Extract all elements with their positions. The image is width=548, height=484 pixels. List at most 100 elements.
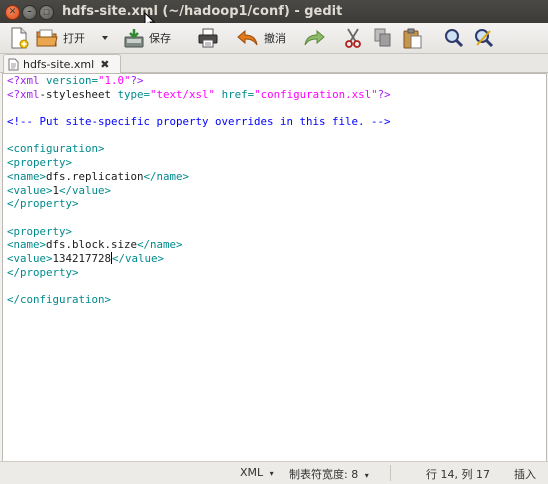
window-maximize-button[interactable]: □	[39, 5, 54, 20]
undo-icon	[237, 29, 258, 46]
copy-icon	[374, 28, 391, 47]
code-line: </configuration>	[7, 293, 391, 307]
code-token: <configuration>	[7, 142, 105, 156]
code-line: <name>dfs.block.size</name>	[7, 238, 391, 252]
redo-button[interactable]	[303, 26, 325, 50]
code-token: <name>	[7, 169, 47, 183]
code-text-area[interactable]: <?xml version="1.0"?> <?xml-stylesheet ty…	[7, 74, 391, 307]
code-token: dfs.block.size	[46, 238, 138, 252]
tab-close-icon[interactable]: ✖	[100, 58, 109, 71]
paste-button[interactable]	[403, 26, 423, 50]
minimize-icon: –	[27, 7, 32, 17]
open-button[interactable]: 打开	[36, 26, 85, 50]
toolbar: 打开 保存 撤消	[0, 23, 548, 54]
code-line: </property>	[7, 197, 391, 211]
window-minimize-button[interactable]: –	[22, 5, 37, 20]
save-button[interactable]: 保存	[124, 26, 171, 50]
scissors-icon	[345, 28, 361, 48]
code-token: "1.0"	[98, 74, 131, 87]
code-line: <property>	[7, 225, 391, 239]
print-button[interactable]	[198, 26, 218, 50]
open-folder-icon	[36, 29, 58, 47]
language-selector[interactable]: XML ▾	[240, 466, 274, 479]
title-bar[interactable]: ✕ – □ hdfs-site.xml (~/hadoop1/conf) - g…	[0, 0, 548, 29]
code-line: <?xml version="1.0"?>	[7, 74, 391, 88]
new-document-icon	[11, 27, 29, 49]
printer-icon	[198, 28, 218, 48]
open-label: 打开	[63, 32, 85, 45]
code-token: </value>	[112, 251, 165, 265]
undo-label: 撤消	[264, 32, 286, 45]
code-line: <!-- Put site-specific property override…	[7, 115, 391, 129]
cut-button[interactable]	[344, 26, 362, 50]
code-line: <?xml-stylesheet type="text/xsl" href="c…	[7, 88, 391, 102]
text-editor[interactable]: <?xml version="1.0"?> <?xml-stylesheet ty…	[2, 73, 547, 462]
code-token: </value>	[59, 183, 112, 197]
text-file-icon	[8, 58, 19, 70]
code-line: <configuration>	[7, 142, 391, 156]
tab-width-selector[interactable]: 制表符宽度: 8 ▾	[289, 466, 369, 482]
redo-icon	[304, 29, 325, 46]
new-document-button[interactable]	[9, 26, 29, 50]
undo-button[interactable]: 撤消	[237, 26, 286, 50]
code-token: <!-- Put site-specific property override…	[7, 115, 391, 129]
chevron-down-icon: ▾	[269, 469, 274, 478]
search-icon	[445, 29, 464, 48]
status-divider	[390, 465, 391, 481]
code-token: </name>	[143, 169, 190, 183]
code-token: </configuration>	[7, 293, 112, 306]
code-token: <property>	[7, 156, 73, 170]
open-recent-dropdown[interactable]	[101, 26, 109, 50]
code-line: <value>134217728</value>	[7, 251, 391, 266]
code-token: <value>	[7, 251, 53, 265]
code-token: <?xml	[7, 87, 40, 101]
paste-icon	[403, 28, 422, 48]
code-token: </property>	[7, 265, 79, 279]
language-label: XML	[240, 466, 264, 479]
code-token: dfs.replication	[46, 169, 144, 183]
code-token: type=	[117, 87, 151, 101]
code-line: <property>	[7, 156, 391, 170]
tab-width-label: 制表符宽度: 8	[289, 468, 359, 481]
code-token: 134217728	[52, 251, 112, 265]
insert-mode-indicator: 插入	[514, 468, 536, 481]
code-token: href=	[221, 87, 255, 101]
code-token: <name>	[7, 238, 47, 252]
code-token: </property>	[7, 197, 79, 211]
code-token: "configuration.xsl"	[254, 87, 378, 101]
cursor-position: 行 14, 列 17	[426, 468, 490, 481]
chevron-down-icon: ▾	[364, 471, 369, 480]
code-token: ?>	[130, 74, 144, 87]
window-title: hdfs-site.xml (~/hadoop1/conf) - gedit	[62, 4, 343, 19]
find-button[interactable]	[444, 26, 464, 50]
code-line: </property>	[7, 266, 391, 280]
find-replace-button[interactable]	[474, 26, 494, 50]
copy-button[interactable]	[374, 26, 392, 50]
status-bar: XML ▾ 制表符宽度: 8 ▾ 行 14, 列 17 插入	[0, 461, 548, 484]
tab-label: hdfs-site.xml	[23, 57, 95, 71]
code-token: "text/xsl"	[150, 87, 216, 101]
code-token: <property>	[7, 224, 73, 238]
gedit-window: ✕ – □ hdfs-site.xml (~/hadoop1/conf) - g…	[0, 0, 548, 484]
save-icon	[124, 29, 144, 48]
save-label: 保存	[149, 32, 171, 45]
code-token: <value>	[7, 183, 53, 197]
code-line: <value>1</value>	[7, 184, 391, 198]
document-tab-bar: hdfs-site.xml ✖	[0, 54, 548, 73]
close-icon: ✕	[8, 7, 17, 17]
code-token: </name>	[137, 238, 183, 252]
code-token: <?xml	[7, 74, 47, 87]
window-close-button[interactable]: ✕	[5, 5, 20, 20]
code-token: ?>	[377, 87, 391, 101]
code-line: <name>dfs.replication</name>	[7, 170, 391, 184]
code-token: -stylesheet	[39, 87, 118, 101]
code-token: version=	[46, 74, 99, 87]
chevron-down-icon	[102, 36, 108, 40]
tab-hdfs-site-xml[interactable]: hdfs-site.xml ✖	[3, 54, 121, 73]
find-replace-icon	[475, 29, 494, 48]
maximize-icon: □	[43, 8, 50, 16]
